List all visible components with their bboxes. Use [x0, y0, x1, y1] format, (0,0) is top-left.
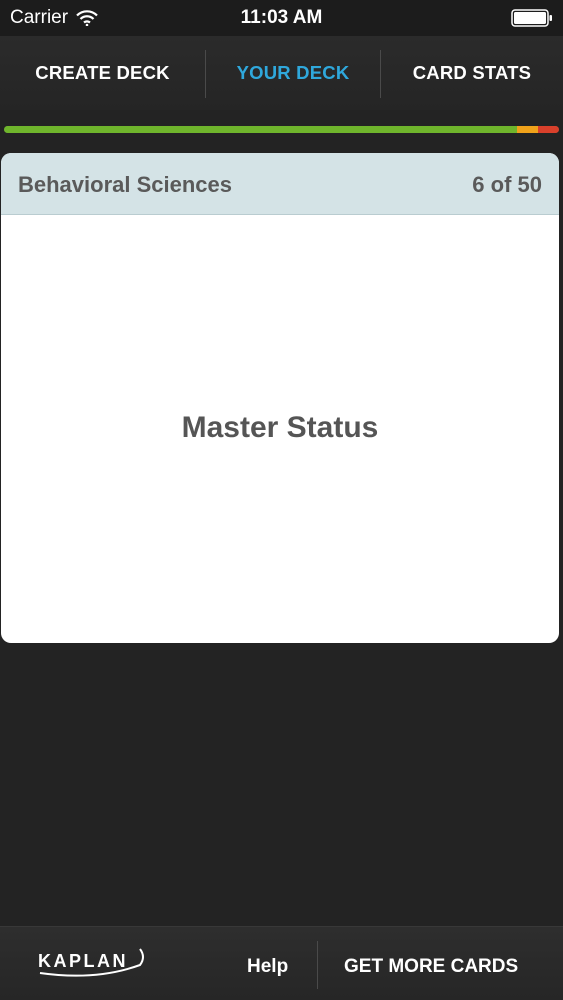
progress-segment-orange [517, 126, 539, 133]
tab-label: CREATE DECK [35, 62, 170, 83]
kaplan-logo[interactable]: KAPLAN [36, 941, 148, 981]
progress-segment-green [4, 126, 518, 133]
get-more-cards-button[interactable]: GET MORE CARDS [344, 956, 518, 978]
status-time: 11:03 AM [240, 7, 323, 28]
tab-your-deck[interactable]: YOUR DECK [205, 36, 381, 110]
card-header: Behavioral Sciences 6 of 50 [1, 153, 559, 215]
bottom-bar: KAPLAN Help GET MORE CARDS [0, 926, 563, 1000]
tab-card-stats[interactable]: CARD STATS [381, 36, 563, 110]
flash-card[interactable]: Behavioral Sciences 6 of 50 Master Statu… [1, 153, 559, 643]
tab-create-deck[interactable]: CREATE DECK [0, 36, 205, 110]
tab-label: YOUR DECK [236, 62, 350, 83]
help-link[interactable]: Help [247, 956, 288, 978]
bottom-divider [317, 941, 318, 989]
deck-progress-bar [4, 126, 559, 133]
logo-text: KAPLAN [38, 951, 128, 971]
deck-name: Behavioral Sciences [18, 172, 233, 197]
battery-icon [511, 9, 552, 27]
card-term: Master Status [181, 411, 379, 444]
app-screen: Carrier 11:03 AM CREATE DECK YOUR DECK C… [0, 0, 563, 1000]
tab-divider [205, 50, 206, 98]
card-position: 6 of 50 [472, 172, 542, 197]
tab-label: CARD STATS [412, 62, 532, 83]
status-bar: Carrier 11:03 AM [0, 0, 563, 36]
progress-segment-red [538, 126, 559, 133]
top-tab-bar: CREATE DECK YOUR DECK CARD STATS [0, 36, 563, 110]
